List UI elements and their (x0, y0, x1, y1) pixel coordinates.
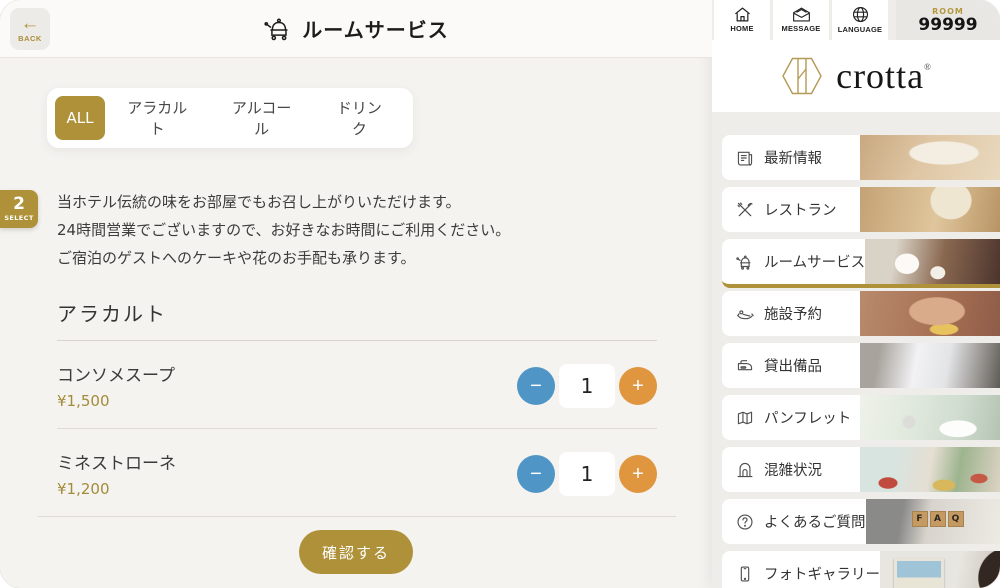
news-thumbnail (860, 135, 1000, 180)
pamphlet-thumbnail (860, 395, 1000, 440)
room-number: 99999 (918, 16, 977, 34)
select-count: 2 (13, 196, 25, 213)
message-button[interactable]: MESSAGE (773, 0, 829, 40)
sidebar-top-bar: HOME MESSAGE LANGUAGE (712, 0, 1000, 40)
quantity-value: 1 (559, 452, 615, 496)
faq-thumbnail: F A Q (866, 499, 1000, 544)
back-arrow-icon: ← (21, 15, 40, 33)
service-description: 当ホテル伝統の味をお部屋でもお召し上がりいただけます。 24時間営業でございます… (57, 188, 657, 272)
sidebar-item-label: よくあるご質問 (764, 511, 866, 532)
section-title: アラカルト (57, 298, 712, 327)
sidebar-item-photo-gallery[interactable]: フォトギャラリー (722, 551, 1000, 588)
menu-item-name: ミネストローネ (57, 449, 176, 474)
menu-item-row: コンソメスープ ¥1,500 − 1 + (57, 341, 657, 428)
sidebar-item-restaurant[interactable]: レストラン (722, 187, 1000, 232)
hexagon-logo-icon (780, 53, 824, 99)
sidebar-item-news[interactable]: 最新情報 (722, 135, 1000, 180)
description-line: 当ホテル伝統の味をお部屋でもお召し上がりいただけます。 (57, 188, 657, 216)
brand-logo: crotta® (712, 40, 1000, 112)
description-line: 24時間営業でございますので、お好きなお時間にご利用ください。 (57, 216, 657, 244)
menu-item-row: ミネストローネ ¥1,200 − 1 + (57, 429, 657, 516)
page-title-wrap: ルームサービス (263, 14, 448, 44)
restaurant-thumbnail (860, 187, 1000, 232)
sidebar-item-facility-reservation[interactable]: 施設予約 (722, 291, 1000, 336)
plus-button[interactable]: + (619, 367, 657, 405)
menu-item-price: ¥1,200 (57, 480, 176, 498)
rental-thumbnail (860, 343, 1000, 388)
congestion-thumbnail (860, 447, 1000, 492)
room-service-thumbnail (865, 239, 1000, 284)
minus-button[interactable]: − (517, 455, 555, 493)
photo-gallery-icon (736, 565, 754, 583)
brand-name: crotta® (836, 55, 932, 97)
home-label: HOME (730, 24, 753, 33)
page-header: ← BACK ルームサービス (0, 0, 712, 58)
select-label: SELECT (4, 214, 33, 222)
confirm-button[interactable]: 確認する (299, 530, 413, 574)
language-button[interactable]: LANGUAGE (832, 0, 888, 40)
footer-divider (38, 516, 676, 517)
iron-icon (736, 357, 754, 375)
page-body: ALL アラカルト アルコール ドリンク 2 SELECT 当ホテル伝統の味をお… (0, 58, 712, 588)
menu-item-name: コンソメスープ (57, 361, 175, 386)
sidebar-item-label: レストラン (764, 199, 837, 220)
plus-button[interactable]: + (619, 455, 657, 493)
menu-item-info: コンソメスープ ¥1,500 (57, 361, 175, 410)
back-label: BACK (18, 34, 42, 43)
congestion-icon (736, 461, 754, 479)
sidebar-item-label: 貸出備品 (764, 355, 822, 376)
home-icon (734, 7, 751, 22)
news-icon (736, 149, 754, 167)
room-service-cart-icon (263, 14, 293, 44)
back-button[interactable]: ← BACK (10, 8, 50, 50)
sidebar-item-pamphlet[interactable]: パンフレット (722, 395, 1000, 440)
faq-letter: Q (948, 511, 964, 527)
facility-thumbnail (860, 291, 1000, 336)
tablet-screen: ← BACK ルームサービス (0, 0, 1000, 588)
sidebar-item-congestion-status[interactable]: 混雑状況 (722, 447, 1000, 492)
room-service-icon (736, 253, 754, 271)
sidebar-item-rental-equipment[interactable]: 貸出備品 (722, 343, 1000, 388)
message-icon (792, 7, 811, 22)
sidebar-item-label: 施設予約 (764, 303, 822, 324)
room-service-page: ← BACK ルームサービス (0, 0, 712, 588)
sidebar-item-label: ルームサービス (764, 251, 865, 272)
tab-all[interactable]: ALL (55, 96, 105, 140)
sidebar-menu: 最新情報 レストラン (712, 135, 1000, 588)
faq-letter: F (912, 511, 928, 527)
tab-alcohol[interactable]: アルコール (210, 96, 314, 140)
menu-item-price: ¥1,500 (57, 392, 175, 410)
quantity-stepper: − 1 + (517, 364, 657, 408)
tab-a-la-carte[interactable]: アラカルト (105, 96, 210, 140)
page-title: ルームサービス (302, 14, 448, 43)
faq-letter-blocks: F A Q (912, 511, 964, 527)
spa-icon (736, 305, 754, 323)
faq-letter: A (930, 511, 946, 527)
quantity-value: 1 (559, 364, 615, 408)
pamphlet-icon (736, 409, 754, 427)
room-number-display: ROOM 99999 (896, 0, 1000, 40)
quantity-stepper: − 1 + (517, 452, 657, 496)
select-count-badge: 2 SELECT (0, 190, 38, 228)
sidebar-item-label: フォトギャラリー (764, 563, 880, 584)
menu-item-info: ミネストローネ ¥1,200 (57, 449, 176, 498)
navigation-sidebar: HOME MESSAGE LANGUAGE (712, 0, 1000, 588)
sidebar-item-room-service[interactable]: ルームサービス (722, 239, 1000, 288)
registered-mark: ® (924, 62, 932, 72)
sidebar-item-label: 混雑状況 (764, 459, 822, 480)
category-tabbar: ALL アラカルト アルコール ドリンク (47, 88, 413, 148)
message-label: MESSAGE (782, 24, 821, 33)
question-icon (736, 513, 754, 531)
minus-button[interactable]: − (517, 367, 555, 405)
language-label: LANGUAGE (838, 25, 883, 34)
sidebar-item-label: パンフレット (764, 407, 851, 428)
language-icon (852, 6, 869, 23)
sidebar-item-label: 最新情報 (764, 147, 822, 168)
restaurant-icon (736, 201, 754, 219)
gallery-thumbnail (880, 551, 1000, 588)
tab-drink[interactable]: ドリンク (314, 96, 405, 140)
home-button[interactable]: HOME (714, 0, 770, 40)
sidebar-item-faq[interactable]: よくあるご質問 F A Q (722, 499, 1000, 544)
description-line: ご宿泊のゲストへのケーキや花のお手配も承ります。 (57, 244, 657, 272)
